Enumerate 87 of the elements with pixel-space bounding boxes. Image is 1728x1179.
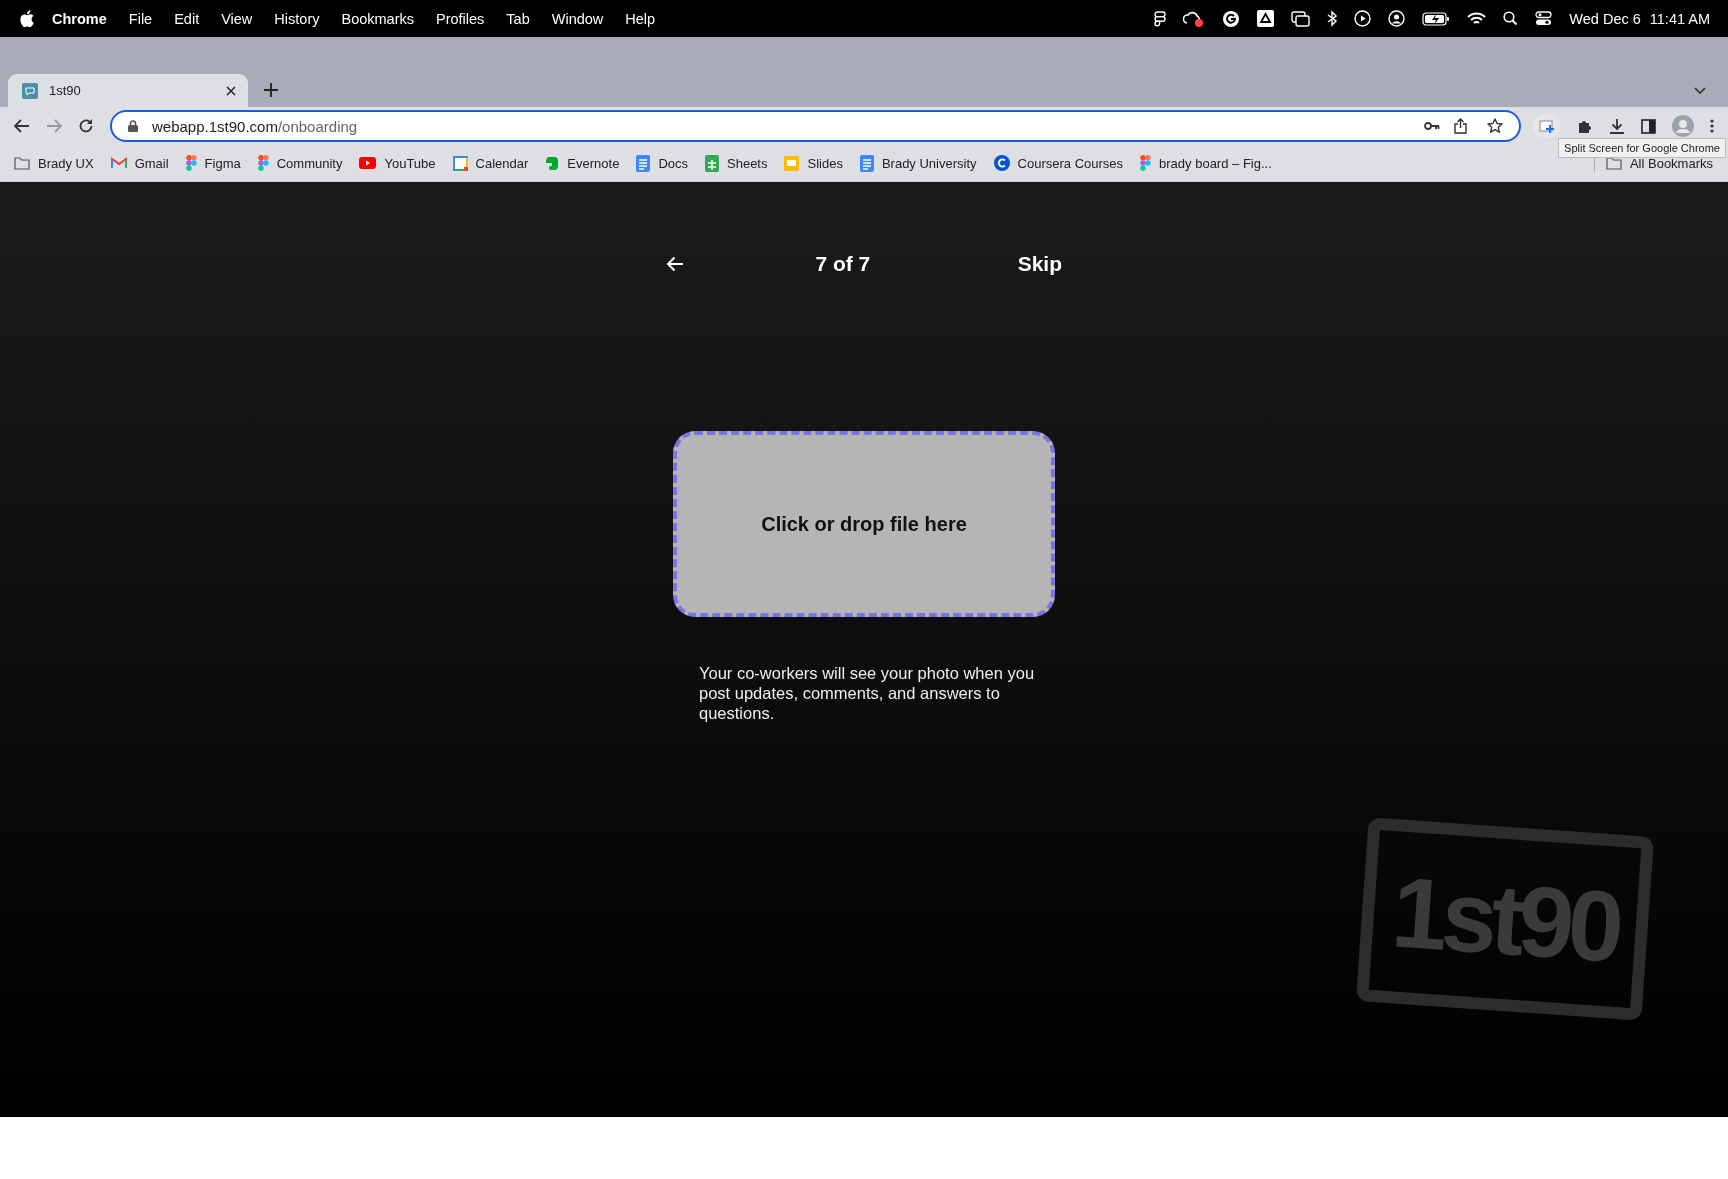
letter-c-icon: [993, 155, 1010, 171]
bookmark-label: Community: [276, 155, 343, 171]
search-icon[interactable]: [1503, 11, 1519, 26]
figma-icon[interactable]: [1154, 10, 1167, 27]
menu-item[interactable]: View: [221, 10, 253, 27]
plus-icon[interactable]: [264, 83, 278, 97]
chat-bubble-icon: [22, 82, 38, 99]
menu-bar-date[interactable]: Wed Dec 6: [1569, 10, 1641, 27]
play-icon[interactable]: [1354, 10, 1372, 27]
envelope-m-icon: [110, 157, 127, 169]
bookmark-item[interactable]: YouTube: [359, 155, 436, 171]
share-icon[interactable]: [1454, 118, 1467, 134]
battery-icon[interactable]: [1422, 11, 1451, 26]
bookmark-item[interactable]: Community: [257, 155, 343, 171]
user-icon[interactable]: [1388, 10, 1406, 27]
bookmark-item[interactable]: Brady UX: [14, 155, 94, 171]
menu-item[interactable]: History: [274, 10, 320, 27]
bookmark-item[interactable]: Coursera Courses: [993, 155, 1124, 171]
circle-g-icon[interactable]: [1222, 9, 1241, 28]
folder-icon: [1605, 156, 1622, 170]
chevron-down-icon[interactable]: [1694, 87, 1706, 95]
key-icon[interactable]: [1424, 121, 1440, 131]
document-icon: [636, 154, 651, 172]
bookmark-label: Gmail: [134, 155, 169, 171]
puzzle-piece-icon[interactable]: [1577, 118, 1593, 134]
side-panel-icon[interactable]: [1641, 118, 1656, 134]
bookmark-item[interactable]: Figma: [185, 155, 241, 171]
wifi-icon[interactable]: [1467, 11, 1487, 26]
bookmark-label: Figma: [204, 155, 241, 171]
menu-bar-time[interactable]: 11:41 AM: [1649, 10, 1710, 27]
star-icon[interactable]: [1487, 118, 1503, 134]
cloud-sync-icon[interactable]: [1183, 9, 1206, 28]
back-arrow-icon[interactable]: [14, 119, 30, 133]
menu-item[interactable]: Edit: [174, 10, 200, 27]
bookmark-label: Docs: [658, 155, 688, 171]
spreadsheet-icon: [705, 154, 719, 172]
bluetooth-icon[interactable]: [1327, 10, 1338, 27]
menu-item[interactable]: File: [128, 10, 153, 27]
bookmark-label: Calendar: [475, 155, 529, 171]
apple-logo-icon[interactable]: [20, 10, 34, 27]
figma-icon: [257, 155, 269, 171]
tab-title: 1st90: [49, 83, 82, 98]
url-text: webapp.1st90.com/onboarding: [152, 117, 358, 135]
bookmark-item[interactable]: Docs: [636, 154, 688, 172]
close-icon[interactable]: [226, 85, 236, 96]
bookmark-item[interactable]: Calendar: [452, 155, 529, 171]
figma-icon: [1140, 155, 1152, 171]
tooltip: Split Screen for Google Chrome: [1558, 138, 1726, 158]
download-icon[interactable]: [1609, 118, 1625, 134]
step-counter: 7 of 7: [815, 252, 871, 276]
bookmark-label: Evernote: [567, 155, 620, 171]
more-options-icon[interactable]: [1710, 119, 1714, 133]
play-button-icon: [359, 157, 377, 169]
menu-item[interactable]: Help: [625, 10, 656, 27]
lock-icon: [128, 120, 138, 132]
bookmark-label: Slides: [807, 155, 843, 171]
bookmark-label: All Bookmarks: [1629, 155, 1713, 171]
bookmark-item[interactable]: Gmail: [110, 155, 169, 171]
all-bookmarks-button[interactable]: All Bookmarks: [1605, 155, 1713, 171]
bookmark-label: Brady University: [881, 155, 977, 171]
menu-item[interactable]: Window: [551, 10, 604, 27]
bookmark-item[interactable]: Evernote: [545, 155, 620, 171]
file-drop-zone[interactable]: Click or drop file here: [673, 431, 1055, 617]
document-icon: [859, 154, 874, 172]
folder-icon: [14, 156, 30, 170]
windows-icon[interactable]: [1291, 10, 1311, 27]
split-screen-icon[interactable]: [1533, 114, 1561, 138]
bookmark-label: Brady UX: [38, 155, 94, 171]
calendar-icon: [452, 155, 468, 171]
description-text: Your co-workers will see your photo when you post updates, comments, and answers to questions.: [699, 663, 1036, 723]
address-bar[interactable]: webapp.1st90.com/onboarding: [110, 110, 1521, 142]
app-menu[interactable]: Chrome: [52, 10, 107, 27]
bookmark-label: YouTube: [384, 155, 436, 171]
browser-tab[interactable]: 1st90: [8, 74, 248, 107]
reload-icon[interactable]: [78, 118, 94, 134]
menu-item[interactable]: Tab: [506, 10, 530, 27]
control-center-icon[interactable]: [1535, 11, 1553, 26]
menu-item[interactable]: Profiles: [436, 10, 485, 27]
bookmark-item[interactable]: Slides: [784, 155, 843, 171]
bookmark-item[interactable]: Sheets: [705, 154, 768, 172]
slides-icon: [784, 155, 800, 171]
skip-link[interactable]: Skip: [1017, 252, 1062, 276]
menu-item[interactable]: Bookmarks: [341, 10, 414, 27]
bookmark-label: Coursera Courses: [1017, 155, 1124, 171]
bookmark-item[interactable]: Brady University: [859, 154, 977, 172]
bookmark-label: Sheets: [727, 155, 768, 171]
figma-icon: [185, 155, 197, 171]
